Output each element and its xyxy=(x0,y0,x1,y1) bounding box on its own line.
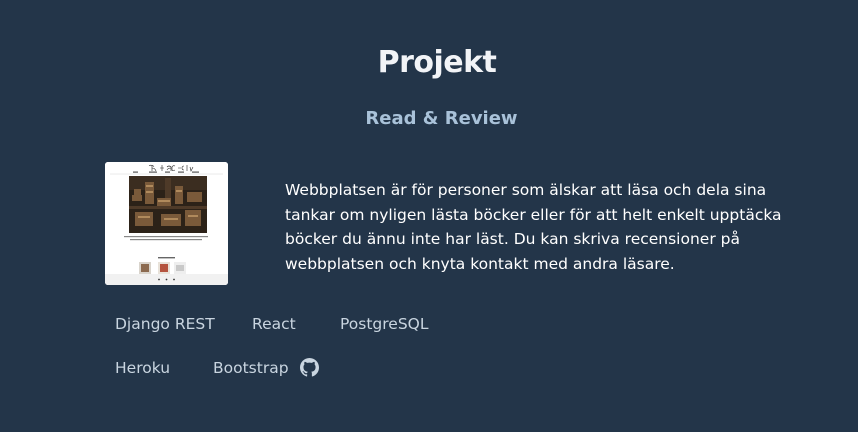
section-title: Projekt xyxy=(377,45,497,80)
project-description: Webbplatsen är för personer som älskar a… xyxy=(285,181,782,273)
tech-tag-bootstrap: Bootstrap xyxy=(213,359,289,377)
project-screenshot-image xyxy=(105,162,228,285)
tech-tag-django-rest: Django REST xyxy=(115,315,215,333)
project-title: Read & Review xyxy=(365,108,518,129)
github-icon xyxy=(300,358,319,377)
project-screenshot xyxy=(105,162,228,285)
tech-tag-react: React xyxy=(252,315,296,333)
github-link[interactable] xyxy=(300,358,319,377)
tech-tag-heroku: Heroku xyxy=(115,359,171,377)
tech-tag-postgresql: PostgreSQL xyxy=(340,315,429,333)
